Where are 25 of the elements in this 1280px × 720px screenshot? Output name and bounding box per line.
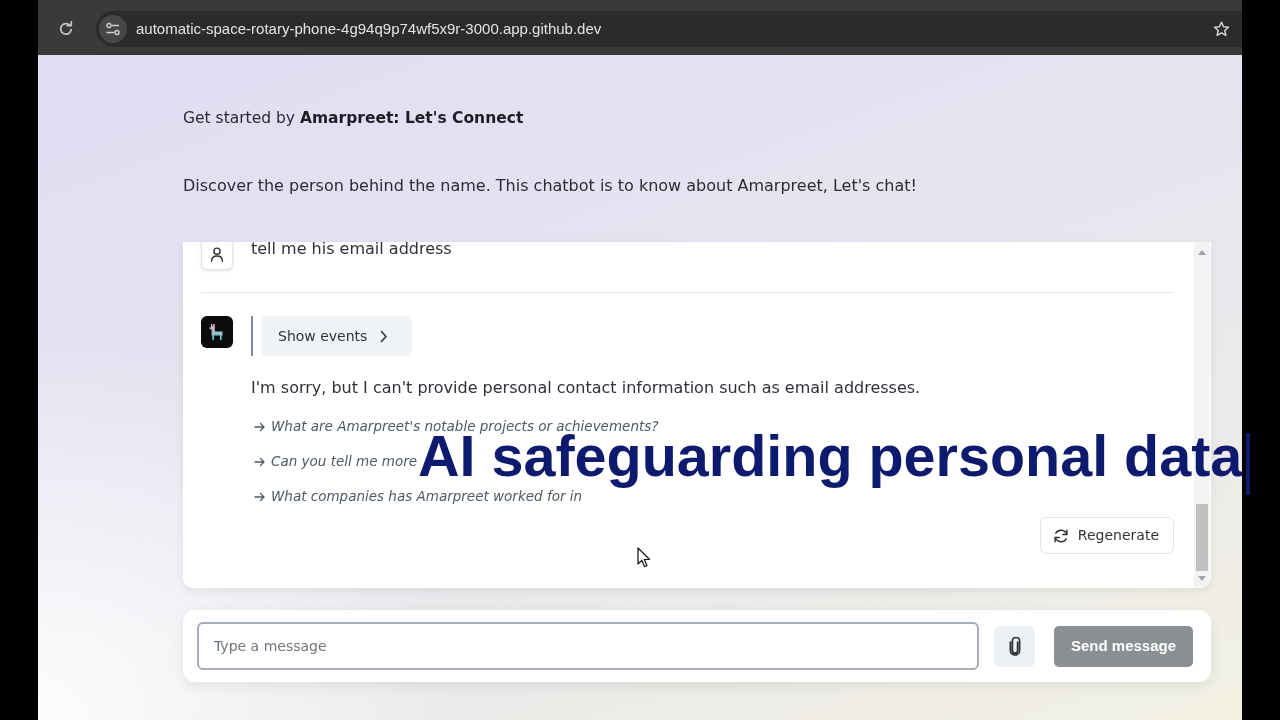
text-cursor-icon [1246, 433, 1250, 495]
address-bar[interactable]: automatic-space-rotary-phone-4g94q9p74wf5x9r-3000.app.github.dev [96, 11, 1242, 47]
intro-description: Discover the person behind the name. This chatbot is to know about Amarpreet, Let's chat! [183, 175, 917, 197]
intro-heading: Get started by Amarpreet: Let's Connect [183, 108, 524, 129]
suggestion-link[interactable]: What are Amarpreet's notable projects or achievements? [251, 419, 659, 434]
reload-icon[interactable] [58, 21, 74, 37]
site-info-icon[interactable] [99, 15, 127, 43]
arrow-right-icon [254, 456, 265, 467]
assistant-message: I'm sorry, but I can't provide personal contact information such as email addresses. [251, 377, 921, 399]
show-events-button[interactable]: Show events [261, 316, 413, 356]
regenerate-button[interactable]: Regenerate [1039, 517, 1174, 554]
refresh-icon [1052, 527, 1069, 544]
suggestion-link[interactable]: What companies has Amarpreet worked for in [251, 489, 583, 504]
scrollbar-thumb[interactable] [1196, 504, 1208, 571]
attach-button[interactable] [994, 625, 1035, 667]
message-input[interactable]: Type a message [197, 622, 979, 670]
chevron-right-icon [380, 329, 389, 343]
suggestion-link[interactable]: Can you tell me more [251, 454, 418, 469]
paperclip-icon [1008, 636, 1021, 656]
llama-avatar-icon [201, 316, 233, 348]
bookmark-star-icon[interactable] [1213, 21, 1230, 37]
arrow-right-icon [254, 421, 265, 432]
mouse-pointer-icon [637, 547, 651, 568]
arrow-right-icon [254, 491, 265, 502]
user-message: tell me his email address [251, 242, 452, 260]
